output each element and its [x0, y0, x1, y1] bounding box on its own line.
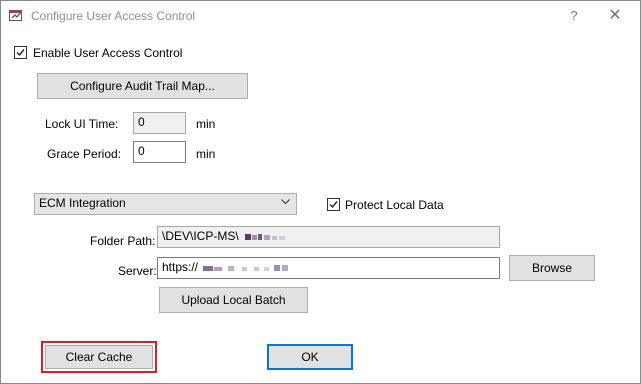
window-title: Configure User Access Control [31, 9, 196, 23]
checkmark-icon [16, 49, 25, 57]
grace-period-label: Grace Period: [47, 147, 122, 161]
checkmark-icon [329, 201, 338, 209]
redacted-text [203, 264, 289, 271]
title-bar: Configure User Access Control ? ✕ [1, 1, 640, 31]
lock-ui-time-label: Lock UI Time: [45, 117, 119, 131]
close-button[interactable]: ✕ [605, 6, 625, 26]
enable-uac-checkbox[interactable] [14, 46, 27, 59]
clear-cache-button[interactable]: Clear Cache [45, 345, 153, 369]
clear-cache-label: Clear Cache [65, 350, 133, 364]
folder-path-field[interactable]: \DEV\ICP-MS\ [157, 226, 500, 248]
folder-path-value: \DEV\ICP-MS\ [162, 229, 239, 243]
grace-period-field[interactable]: 0 [133, 141, 186, 163]
upload-local-batch-label: Upload Local Batch [181, 293, 286, 307]
chevron-down-icon [281, 199, 290, 205]
lock-ui-time-unit: min [196, 117, 216, 131]
protect-local-data-label: Protect Local Data [345, 198, 444, 212]
server-label: Server: [118, 264, 157, 278]
lock-ui-time-field[interactable]: 0 [133, 112, 186, 134]
redacted-text [245, 233, 286, 240]
browse-button[interactable]: Browse [509, 255, 595, 281]
browse-label: Browse [531, 261, 572, 275]
ok-label: OK [301, 350, 319, 364]
configure-audit-trail-label: Configure Audit Trail Map... [70, 79, 215, 93]
help-button[interactable]: ? [564, 6, 584, 26]
protect-local-data-checkbox[interactable] [327, 198, 340, 211]
server-value: https:// [162, 260, 199, 274]
configure-audit-trail-button[interactable]: Configure Audit Trail Map... [37, 73, 248, 99]
integration-select[interactable]: ECM Integration [34, 193, 297, 215]
configure-uac-dialog: Configure User Access Control ? ✕ Enable… [0, 0, 641, 384]
ok-button[interactable]: OK [267, 344, 353, 370]
enable-uac-label: Enable User Access Control [33, 46, 183, 60]
grace-period-unit: min [196, 147, 216, 161]
integration-selected-value: ECM Integration [39, 196, 126, 210]
app-icon [9, 9, 23, 22]
folder-path-label: Folder Path: [90, 234, 156, 248]
upload-local-batch-button[interactable]: Upload Local Batch [159, 287, 308, 313]
server-field[interactable]: https:// [157, 257, 500, 279]
